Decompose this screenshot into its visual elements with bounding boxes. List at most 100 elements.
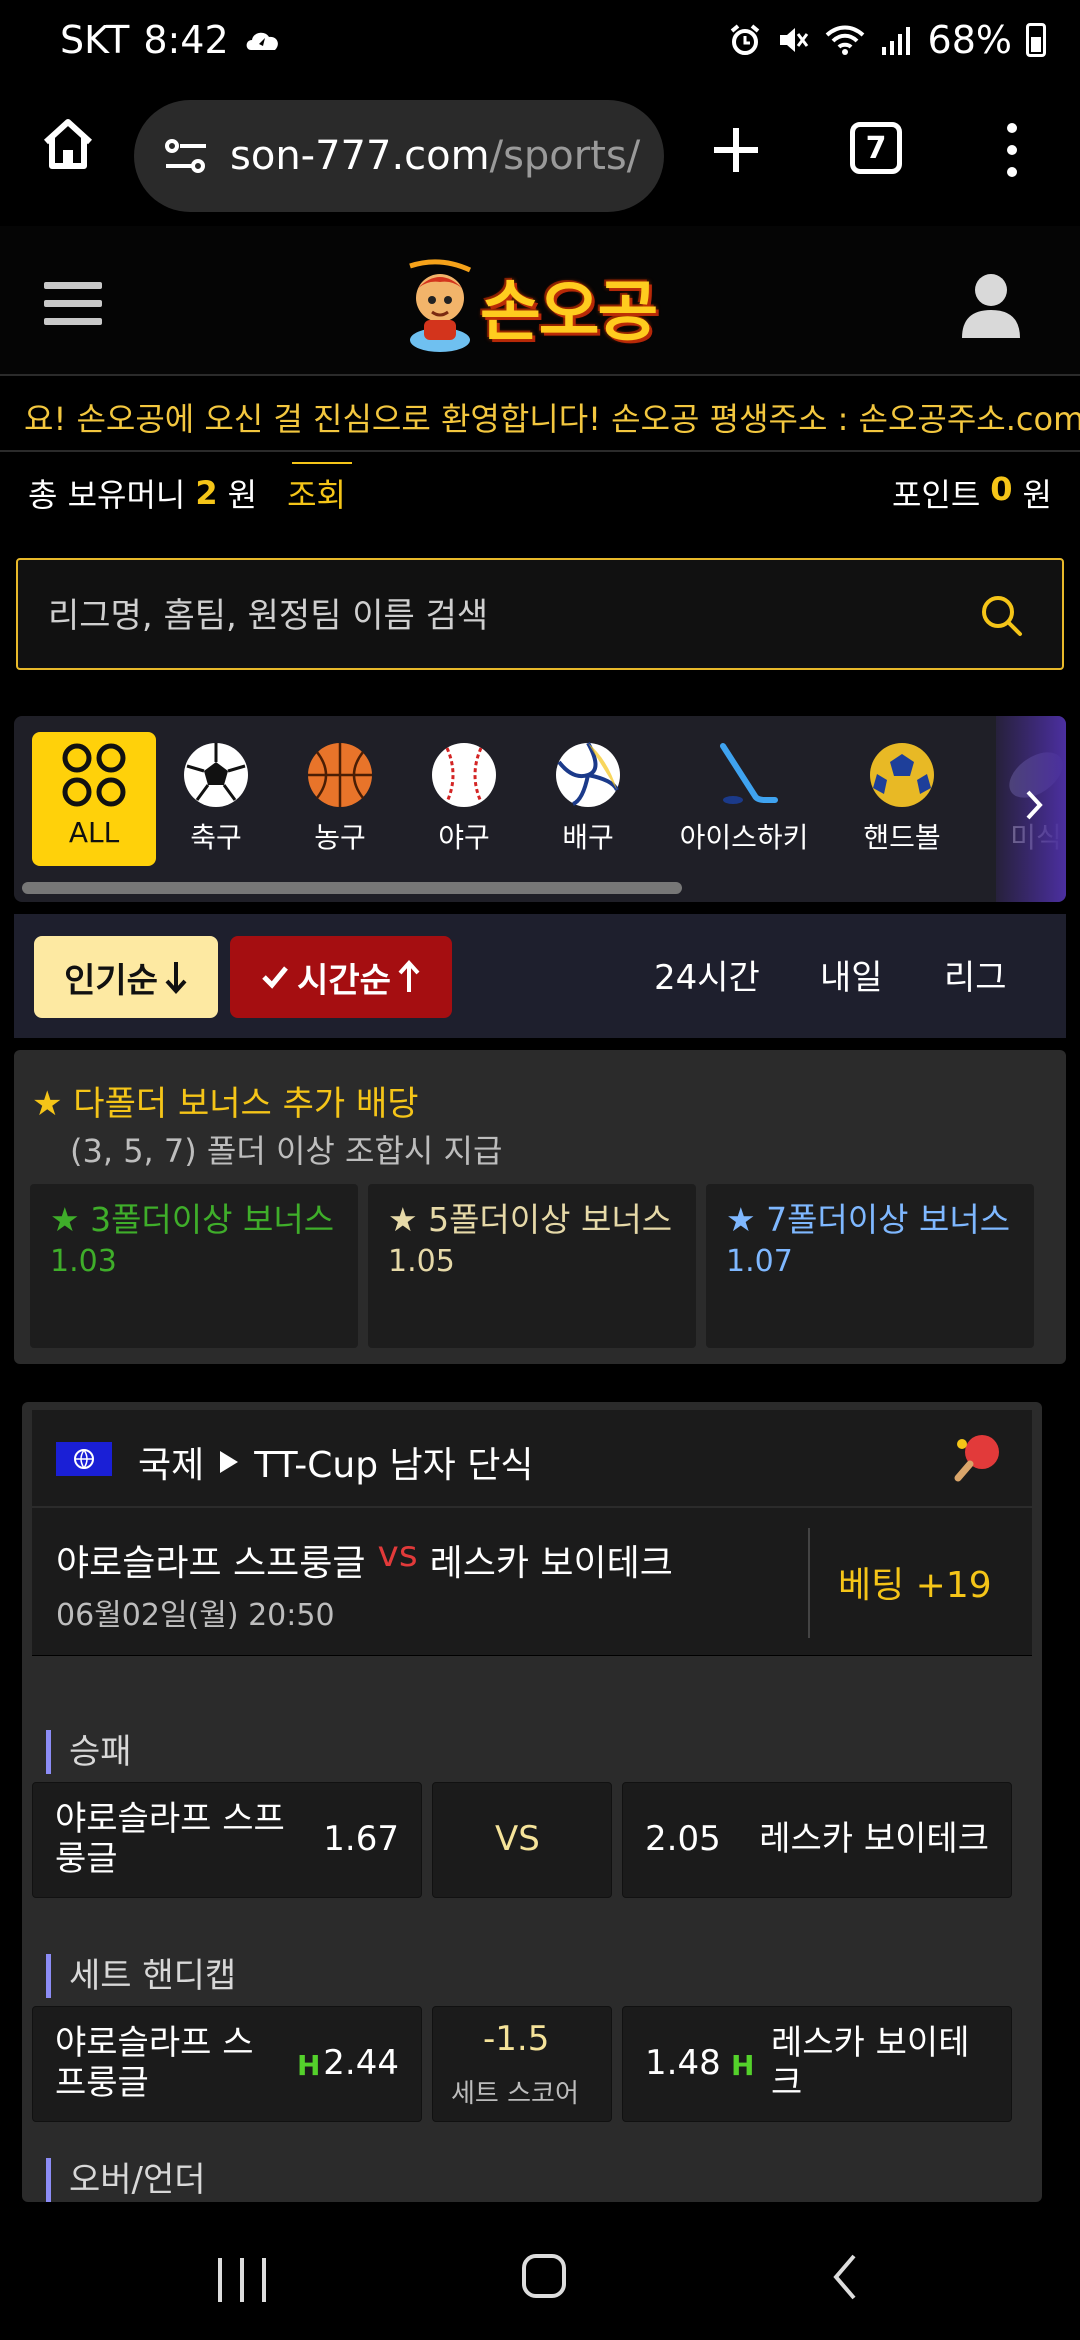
vs-label: VS [495, 1819, 540, 1859]
points-label: 포인트 [891, 476, 981, 514]
sport-tab-soccer[interactable]: 축구 [154, 732, 278, 866]
status-right: 68% [728, 18, 1046, 62]
sport-tab-icehockey[interactable]: 아이스하키 [664, 732, 824, 866]
sport-tab-handball[interactable]: 핸드볼 [840, 732, 964, 866]
logo-text: 손오공 [480, 273, 658, 350]
bonus-label-text: 5폴더이상 보너스 [428, 1200, 673, 1239]
away-odds: 1.48 [645, 2043, 721, 2083]
filter-24h-link[interactable]: 24시간 [654, 950, 760, 999]
bonus-subtitle: (3, 5, 7) 폴더 이상 조합시 지급 [70, 1132, 503, 1170]
hockey-stick-icon [720, 743, 778, 804]
signal-icon [881, 27, 910, 55]
bonus-title-text: 다폴더 보너스 추가 배당 [73, 1084, 419, 1124]
odds-home-handicap[interactable]: 야로슬라프 스프룽글 H 2.44 [32, 2006, 422, 2122]
bonus-card-3[interactable]: ★ 3폴더이상 보너스 1.03 [30, 1184, 358, 1348]
home-button-icon[interactable] [522, 2254, 566, 2298]
odds-home-moneyline[interactable]: 야로슬라프 스프룽글 1.67 [32, 1782, 422, 1898]
sort-popular-button[interactable]: 인기순 [34, 936, 218, 1018]
points-info: 포인트 0 원 [892, 470, 1052, 516]
home-team: 야로슬라프 스프룽글 [56, 1543, 366, 1584]
region-label: 국제 [138, 1445, 205, 1486]
match-teams: 야로슬라프 스프룽글 vs 레스카 보이테크 [56, 1534, 673, 1586]
sport-tab-basketball[interactable]: 농구 [278, 732, 402, 866]
match-row[interactable]: 야로슬라프 스프룽글 vs 레스카 보이테크 06월02일(월) 20:50 베… [32, 1508, 1032, 1656]
handball-icon [870, 743, 934, 807]
odds-away-handicap[interactable]: 1.48 H 레스카 보이테크 [622, 2006, 1012, 2122]
url-host: son-777.com [230, 133, 490, 179]
clock: 8:42 [143, 18, 229, 62]
sport-tab-all[interactable]: ALL [32, 732, 156, 866]
site-settings-icon[interactable] [164, 136, 208, 176]
money-info: 총 보유머니 2 원 조회 [28, 462, 352, 516]
home-odds: 2.44 [323, 2043, 399, 2083]
divider [808, 1528, 810, 1638]
sport-tab-volleyball[interactable]: 배구 [526, 732, 650, 866]
sort-time-button[interactable]: 시간순 [230, 936, 452, 1018]
market-label-moneyline: 승패 [46, 1730, 132, 1774]
battery-icon [1026, 23, 1046, 57]
marquee-text: 요! 손오공에 오신 걸 진심으로 환영합니다! 손오공 평생주소 : 손오공주… [24, 400, 1080, 438]
site-logo[interactable]: 손오공 [400, 256, 690, 356]
bonus-label-text: 3폴더이상 보너스 [90, 1200, 335, 1239]
more-menu-icon[interactable] [1000, 120, 1024, 180]
back-icon[interactable] [830, 2252, 860, 2302]
search-input[interactable] [48, 588, 948, 644]
address-bar[interactable]: son-777.com/sports/ [134, 100, 664, 212]
arrow-down-icon [165, 962, 187, 994]
more-bets-button[interactable]: 베팅 +19 [838, 1556, 992, 1608]
sport-label: ALL [68, 816, 120, 849]
handicap-h-mark: H [731, 2049, 755, 2082]
url-path: /sports/ [489, 133, 641, 179]
points-unit: 원 [1022, 476, 1052, 514]
away-team: 레스카 보이테크 [771, 2023, 970, 2103]
sport-label: 아이스하키 [679, 821, 809, 854]
odds-away-moneyline[interactable]: 2.05 레스카 보이테크 [622, 1782, 1012, 1898]
tab-switcher-button[interactable]: 7 [850, 122, 902, 174]
browser-toolbar: son-777.com/sports/ 7 [0, 84, 1080, 226]
user-icon[interactable] [960, 272, 1022, 338]
new-tab-icon[interactable] [710, 124, 762, 176]
carrier-label: SKT [60, 18, 130, 62]
bonus-title: ★ 다폴더 보너스 추가 배당 [32, 1084, 419, 1124]
multi-folder-bonus-panel: ★ 다폴더 보너스 추가 배당 (3, 5, 7) 폴더 이상 조합시 지급 ★… [14, 1050, 1066, 1364]
menu-icon[interactable] [44, 282, 102, 326]
league-header: 국제 TT-Cup 남자 단식 [32, 1410, 1032, 1506]
sport-tab-baseball[interactable]: 야구 [402, 732, 526, 866]
league-name: 국제 TT-Cup 남자 단식 [138, 1436, 533, 1488]
cloud-sync-icon [246, 32, 278, 50]
search-icon[interactable] [978, 592, 1024, 638]
sport-label: 핸드볼 [863, 821, 941, 854]
handicap-h-mark: H [297, 2049, 321, 2082]
status-left: SKT 8:42 [60, 18, 283, 62]
balance-row: 총 보유머니 2 원 조회 포인트 0 원 [0, 454, 1080, 524]
away-team: 레스카 보이테크 [759, 1819, 989, 1859]
category-scrollbar[interactable] [22, 882, 682, 894]
search-box [16, 558, 1064, 670]
bonus-card-5[interactable]: ★ 5폴더이상 보너스 1.05 [368, 1184, 696, 1348]
balance-lookup-button[interactable]: 조회 [287, 462, 352, 516]
sport-label: 축구 [190, 821, 242, 854]
home-icon[interactable] [38, 114, 98, 174]
away-odds: 2.05 [645, 1819, 721, 1859]
recent-apps-icon[interactable] [218, 2258, 266, 2302]
alarm-icon [730, 24, 759, 55]
wifi-icon [825, 25, 864, 55]
money-unit: 원 [227, 476, 258, 514]
sport-category-bar: ALL 축구 농구 야구 배구 아이스하키 핸드볼 미식 [14, 716, 1066, 902]
chevron-right-icon[interactable] [1024, 788, 1044, 822]
bonus-card-7[interactable]: ★ 7폴더이상 보너스 1.07 [706, 1184, 1034, 1348]
site-header: 손오공 [0, 226, 1080, 376]
bonus-card-label: ★ 7폴더이상 보너스 [726, 1200, 1011, 1239]
filter-tomorrow-link[interactable]: 내일 [820, 950, 883, 999]
home-team: 야로슬라프 스프룽글 [55, 2023, 254, 2103]
play-arrow-icon [220, 1451, 239, 1473]
home-team: 야로슬라프 스프룽글 [55, 1799, 285, 1879]
bonus-card-label: ★ 5폴더이상 보너스 [388, 1200, 673, 1239]
volleyball-icon [556, 742, 620, 807]
sport-label: 배구 [562, 821, 614, 854]
bonus-card-value: 1.03 [50, 1244, 117, 1279]
baseball-icon [432, 743, 496, 807]
filter-league-link[interactable]: 리그 [944, 950, 1007, 999]
league-label: TT-Cup 남자 단식 [254, 1445, 534, 1486]
away-team: 레스카 보이테크 [429, 1543, 673, 1584]
